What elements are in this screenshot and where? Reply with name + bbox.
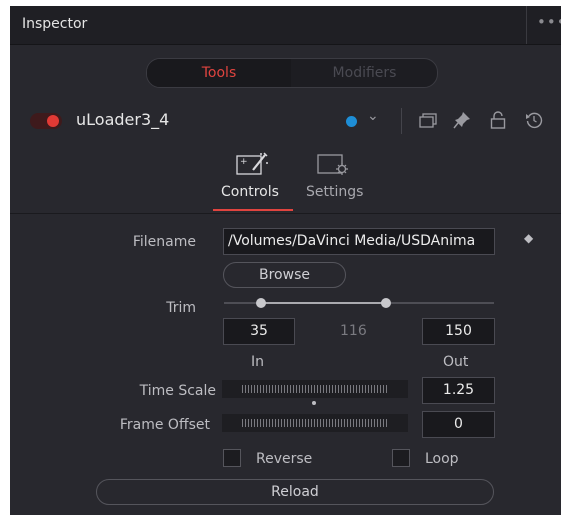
toggle-knob (47, 115, 59, 127)
time-scale-slider[interactable] (222, 380, 408, 398)
reverse-label: Reverse (256, 451, 313, 467)
keyframe-diamond-icon[interactable]: ◆ (524, 231, 533, 245)
node-name: uLoader3_4 (76, 110, 170, 129)
reverse-checkbox[interactable] (223, 449, 241, 467)
trim-in-handle[interactable] (256, 298, 266, 308)
frame-offset-label: Frame Offset (119, 417, 210, 433)
copy-icon[interactable] (419, 113, 437, 129)
more-options-icon[interactable]: ••• (537, 13, 561, 31)
filename-field[interactable]: /Volumes/DaVinci Media/USDAnima (223, 228, 495, 255)
trim-length-value: 116 (340, 323, 367, 339)
frame-offset-slider[interactable] (222, 414, 408, 432)
time-scale-field[interactable]: 1.25 (422, 377, 495, 404)
time-scale-label: Time Scale (139, 383, 216, 399)
header-divider (401, 108, 402, 134)
trim-in-field[interactable]: 35 (223, 318, 295, 345)
title-divider (526, 6, 527, 44)
reset-icon[interactable] (525, 111, 543, 129)
title-bar: Inspector ••• (10, 6, 561, 45)
loop-checkbox[interactable] (392, 449, 410, 467)
lock-icon[interactable] (490, 111, 506, 129)
svg-text:+: + (240, 157, 248, 167)
controls-tab-icon[interactable]: + (236, 152, 270, 178)
trim-out-field[interactable]: 150 (422, 318, 495, 345)
trim-in-label: In (251, 354, 265, 370)
filename-label: Filename (132, 234, 196, 250)
loop-label: Loop (425, 451, 459, 467)
time-scale-default-marker (312, 401, 316, 405)
inspector-panel: Inspector ••• Tools Modifiers uLoader3_4… (10, 6, 561, 515)
trim-out-handle[interactable] (381, 298, 391, 308)
tab-tools[interactable]: Tools (147, 59, 291, 87)
node-header: uLoader3_4 ⌄ (10, 102, 561, 140)
settings-tab-icon[interactable] (317, 153, 351, 177)
tabs-divider (10, 213, 561, 214)
mode-toggle: Tools Modifiers (146, 58, 438, 88)
chevron-down-icon[interactable]: ⌄ (367, 108, 379, 124)
pin-icon[interactable] (453, 111, 471, 129)
reload-button[interactable]: Reload (96, 479, 494, 505)
node-enable-toggle[interactable] (30, 113, 62, 129)
trim-out-label: Out (443, 354, 469, 370)
tab-modifiers[interactable]: Modifiers (292, 59, 437, 87)
trim-label: Trim (166, 300, 196, 316)
slider-ticks (242, 385, 388, 393)
panel-title: Inspector (22, 16, 88, 32)
frame-offset-field[interactable]: 0 (422, 411, 495, 438)
tab-settings[interactable]: Settings (306, 184, 363, 200)
tab-controls[interactable]: Controls (221, 184, 279, 200)
slider-ticks (242, 419, 388, 427)
trim-range-selection (261, 302, 386, 304)
active-tab-indicator (213, 209, 293, 211)
browse-button[interactable]: Browse (223, 262, 346, 288)
node-color-dot[interactable] (346, 116, 357, 127)
